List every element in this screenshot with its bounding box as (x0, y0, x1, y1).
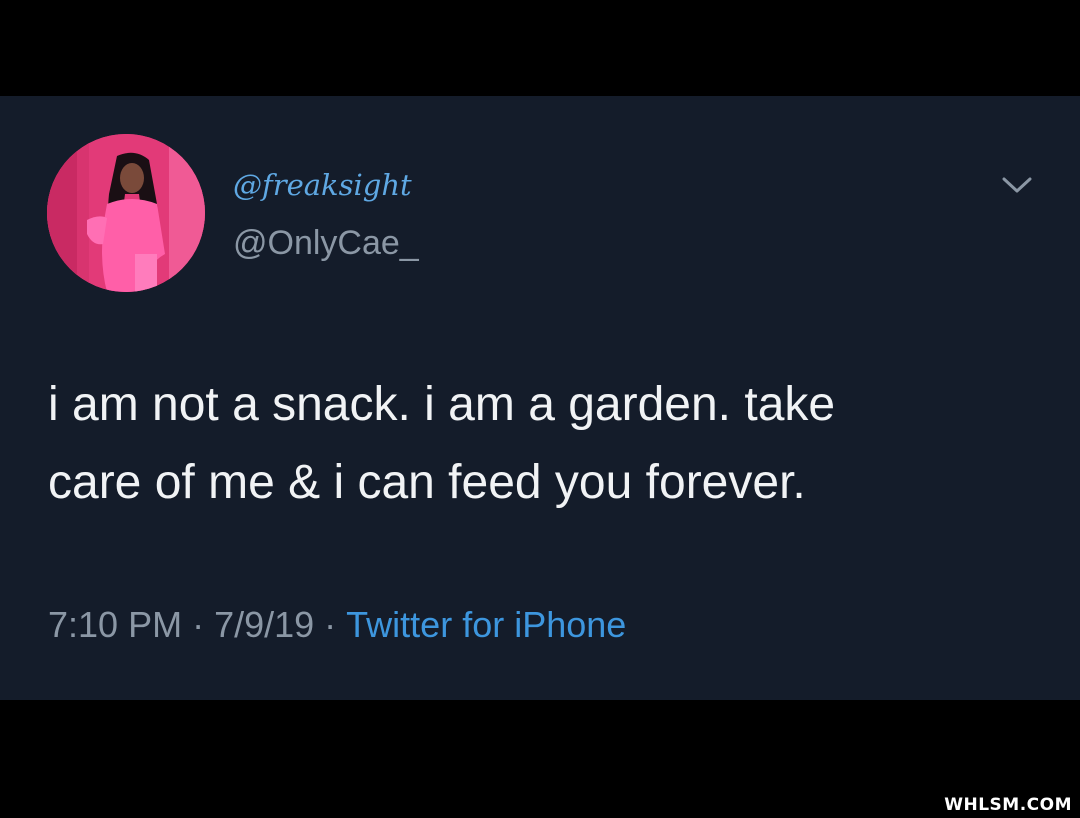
meta-separator: · (324, 604, 337, 645)
display-name[interactable]: @freaksight (233, 168, 412, 202)
avatar[interactable] (47, 134, 205, 292)
tweet-date: 7/9/19 (214, 604, 315, 645)
user-handle[interactable]: @OnlyCae_ (233, 224, 419, 263)
tweet-time: 7:10 PM (48, 604, 183, 645)
tweet-text: i am not a snack. i am a garden. take ca… (48, 366, 1048, 522)
meta-separator: · (192, 604, 205, 645)
tweet-meta: 7:10 PM · 7/9/19 · Twitter for iPhone (48, 604, 626, 646)
watermark: WHLSM.COM (944, 795, 1072, 815)
chevron-down-icon[interactable] (1000, 172, 1034, 198)
tweet-text-line: i am not a snack. i am a garden. take (48, 378, 836, 431)
avatar-photo-icon (47, 134, 205, 292)
tweet-card: @freaksight @OnlyCae_ i am not a snack. … (0, 96, 1080, 700)
tweet-text-line: care of me & i can feed you forever. (48, 456, 806, 509)
tweet-source-link[interactable]: Twitter for iPhone (346, 604, 626, 645)
